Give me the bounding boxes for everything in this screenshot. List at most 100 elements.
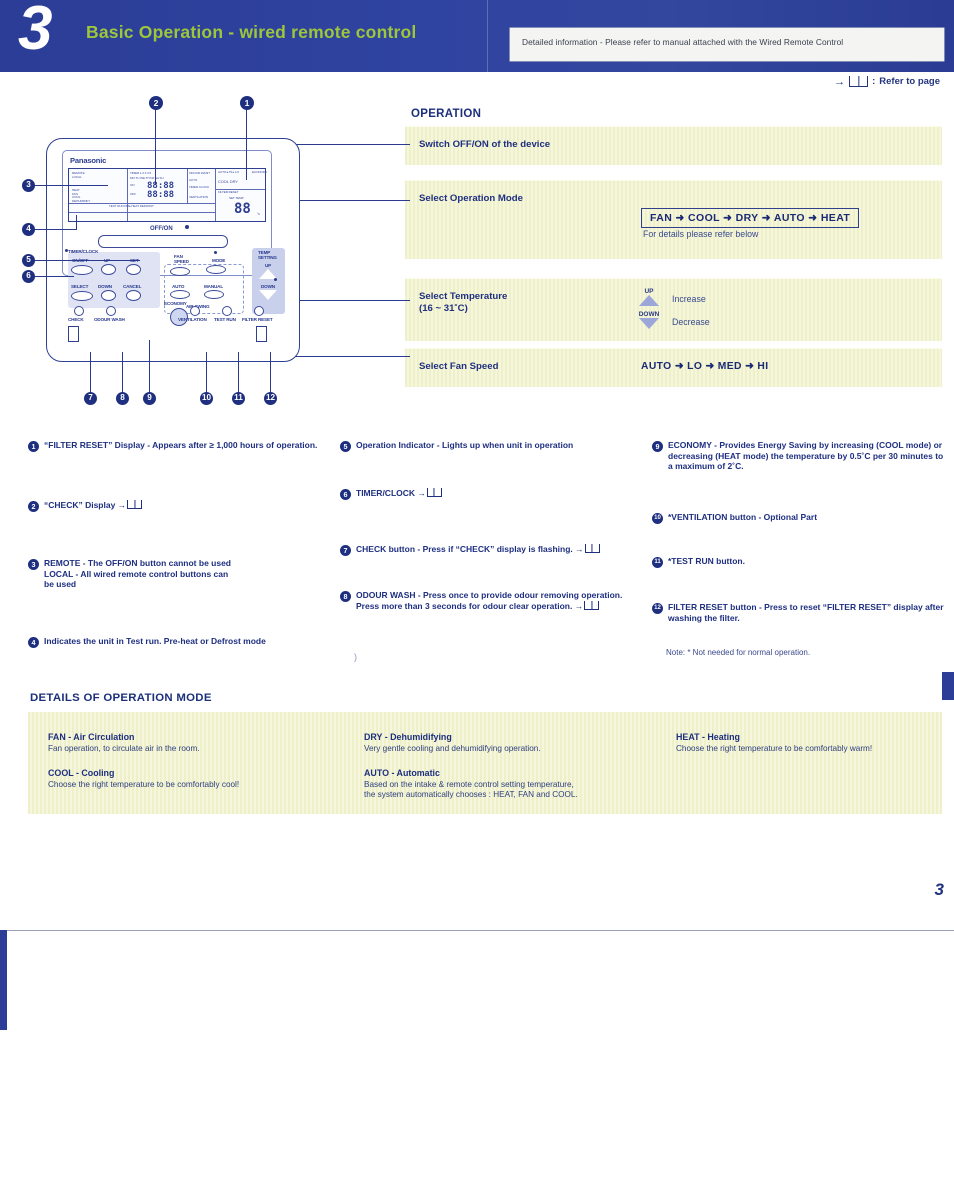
operation-indicator-dot [185, 225, 189, 229]
callout-leader-10 [206, 352, 208, 396]
footnote-number: 4 [28, 636, 39, 648]
set-button[interactable] [126, 264, 141, 275]
details-heading: COOL - Cooling [48, 768, 115, 778]
cancel-button[interactable] [126, 290, 141, 301]
callout-leader-4-v [76, 215, 78, 230]
callout-5: 5 [22, 254, 35, 267]
temp-setting-label: TEMP SETTING [258, 250, 277, 260]
ventilation-button[interactable] [190, 306, 200, 316]
up-button[interactable] [101, 264, 116, 275]
footnote-number: 1 [28, 440, 39, 452]
details-section-title: DETAILS OF OPERATION MODE [30, 692, 212, 704]
footnote-number: 12 [652, 602, 663, 614]
details-heading: FAN - Air Circulation [48, 732, 135, 742]
lcd-temp-value: 88 [234, 201, 251, 217]
lcd-economy: ECONOMY [252, 170, 268, 174]
header-info-text: Detailed information - Please refer to m… [522, 37, 844, 47]
operation-row-label: Select Operation Mode [419, 193, 523, 204]
footnote-number: 9 [652, 440, 663, 452]
lcd-divider [215, 169, 216, 221]
lcd-left-modes: HEAT FAN COOL DEHUMIDIFY [72, 188, 91, 203]
callout-10: 10 [200, 392, 213, 405]
stray-mark: ) [354, 652, 357, 662]
lcd-divider [187, 169, 188, 203]
footnote-text: ECONOMY - Provides Energy Saving by incr… [668, 440, 944, 472]
footnote-number: 3 [28, 558, 39, 570]
mode-button[interactable] [206, 265, 226, 274]
details-item-fan: FAN - Air Circulation Fan operation, to … [48, 732, 338, 754]
fan-speed-sequence: AUTO ➜ LO ➜ MED ➜ HI [641, 361, 769, 372]
down-button[interactable] [101, 290, 116, 301]
footnote-text: Indicates the unit in Test run. Pre-heat… [44, 636, 266, 646]
decrease-label: Decrease [672, 317, 710, 327]
details-heading: HEAT - Heating [676, 732, 740, 742]
chapter-number: 3 [18, 0, 53, 63]
filter-reset-button[interactable] [254, 306, 264, 316]
test-run-button[interactable] [222, 306, 232, 316]
bullet-dot [65, 249, 68, 252]
odour-wash-button[interactable] [106, 306, 116, 316]
test-run-label: TEST RUN [214, 317, 236, 322]
check-button[interactable] [74, 306, 84, 316]
auto-button[interactable] [170, 290, 190, 299]
footnote-number: 6 [340, 488, 351, 500]
callout-leader-6 [34, 276, 74, 278]
footnote-body: TIMER/CLOCK → [356, 488, 426, 498]
footnote-item: 5 Operation Indicator - Lights up when u… [340, 440, 573, 452]
footnote-body: CHECK button - Press if “CHECK” display … [356, 544, 584, 554]
side-tab-marker [942, 672, 954, 700]
triangle-down-icon[interactable] [259, 290, 277, 300]
footnote-item: 1 “FILTER RESET” Display - Appears after… [28, 440, 317, 452]
footnote-text: REMOTE - The OFF/ON button cannot be use… [44, 558, 231, 590]
operation-mode-note: For details please refer below [643, 229, 759, 239]
manual-page: 3 Basic Operation - wired remote control… [0, 0, 954, 1188]
footnote-note: Note: * Not needed for normal operation. [666, 648, 811, 657]
refer-colon: : [872, 76, 876, 87]
footnote-item: 2 “CHECK” Display → [28, 500, 143, 512]
ventilation-label: VENTILATION [178, 317, 207, 322]
bullet-dot [214, 251, 217, 254]
temp-up-control: UP [638, 288, 660, 306]
triangle-up-icon [639, 295, 659, 306]
onoff-button[interactable] [98, 235, 228, 248]
page-header: 3 Basic Operation - wired remote control… [0, 0, 954, 72]
footnote-text: TIMER/CLOCK → [356, 488, 442, 500]
arrow-icon: → [834, 75, 846, 88]
lcd-divider [127, 169, 128, 221]
callout-leader-9 [149, 340, 151, 396]
footnote-item: 8 ODOUR WASH - Press once to provide odo… [340, 590, 640, 611]
lcd-status-line: TEST RUN PRE-HEAT DEFROST [109, 204, 154, 208]
callout-3: 3 [22, 179, 35, 192]
manual-button[interactable] [204, 290, 224, 299]
mode-label: MODE [212, 258, 226, 263]
footnote-item: 12 FILTER RESET button - Press to reset … [652, 602, 944, 623]
callout-leader-2 [155, 108, 157, 184]
callout-2: 2 [149, 96, 163, 110]
callout-leader-1 [246, 108, 248, 180]
bottom-left-bar [0, 930, 7, 1030]
details-item-cool: COOL - Cooling Choose the right temperat… [48, 768, 338, 790]
fan-speed-label: FAN SPEED [174, 254, 189, 264]
on-off-mode-button[interactable] [71, 265, 93, 275]
remote-foot-right [256, 326, 267, 342]
filter-reset-label: FILTER RESET [242, 317, 273, 322]
footnote-number: 11 [652, 556, 663, 568]
book-icon [849, 76, 869, 87]
operation-row-label: Switch OFF/ON of the device [419, 139, 551, 150]
footnote-number: 7 [340, 544, 351, 556]
footnote-text: Operation Indicator - Lights up when uni… [356, 440, 574, 450]
callout-leader-11 [238, 352, 240, 396]
footnote-text: *TEST RUN button. [668, 556, 745, 566]
increase-label: Increase [672, 294, 706, 304]
brand-logo: Panasonic [70, 156, 107, 165]
lcd-display: REMOTE LOCAL HEAT FAN COOL DEHUMIDIFY TI… [68, 168, 268, 222]
fan-speed-button[interactable] [170, 267, 190, 276]
page-number: 3 [934, 880, 944, 899]
lcd-on-label: ON [130, 183, 135, 187]
bottom-rule [0, 930, 954, 931]
footnote-text: CHECK button - Press if “CHECK” display … [356, 544, 600, 556]
economy-label: ECONOMY [164, 301, 187, 306]
footnote-item: 4 Indicates the unit in Test run. Pre-he… [28, 636, 266, 648]
select-button[interactable] [71, 291, 93, 301]
callout-leader-8 [122, 352, 124, 396]
